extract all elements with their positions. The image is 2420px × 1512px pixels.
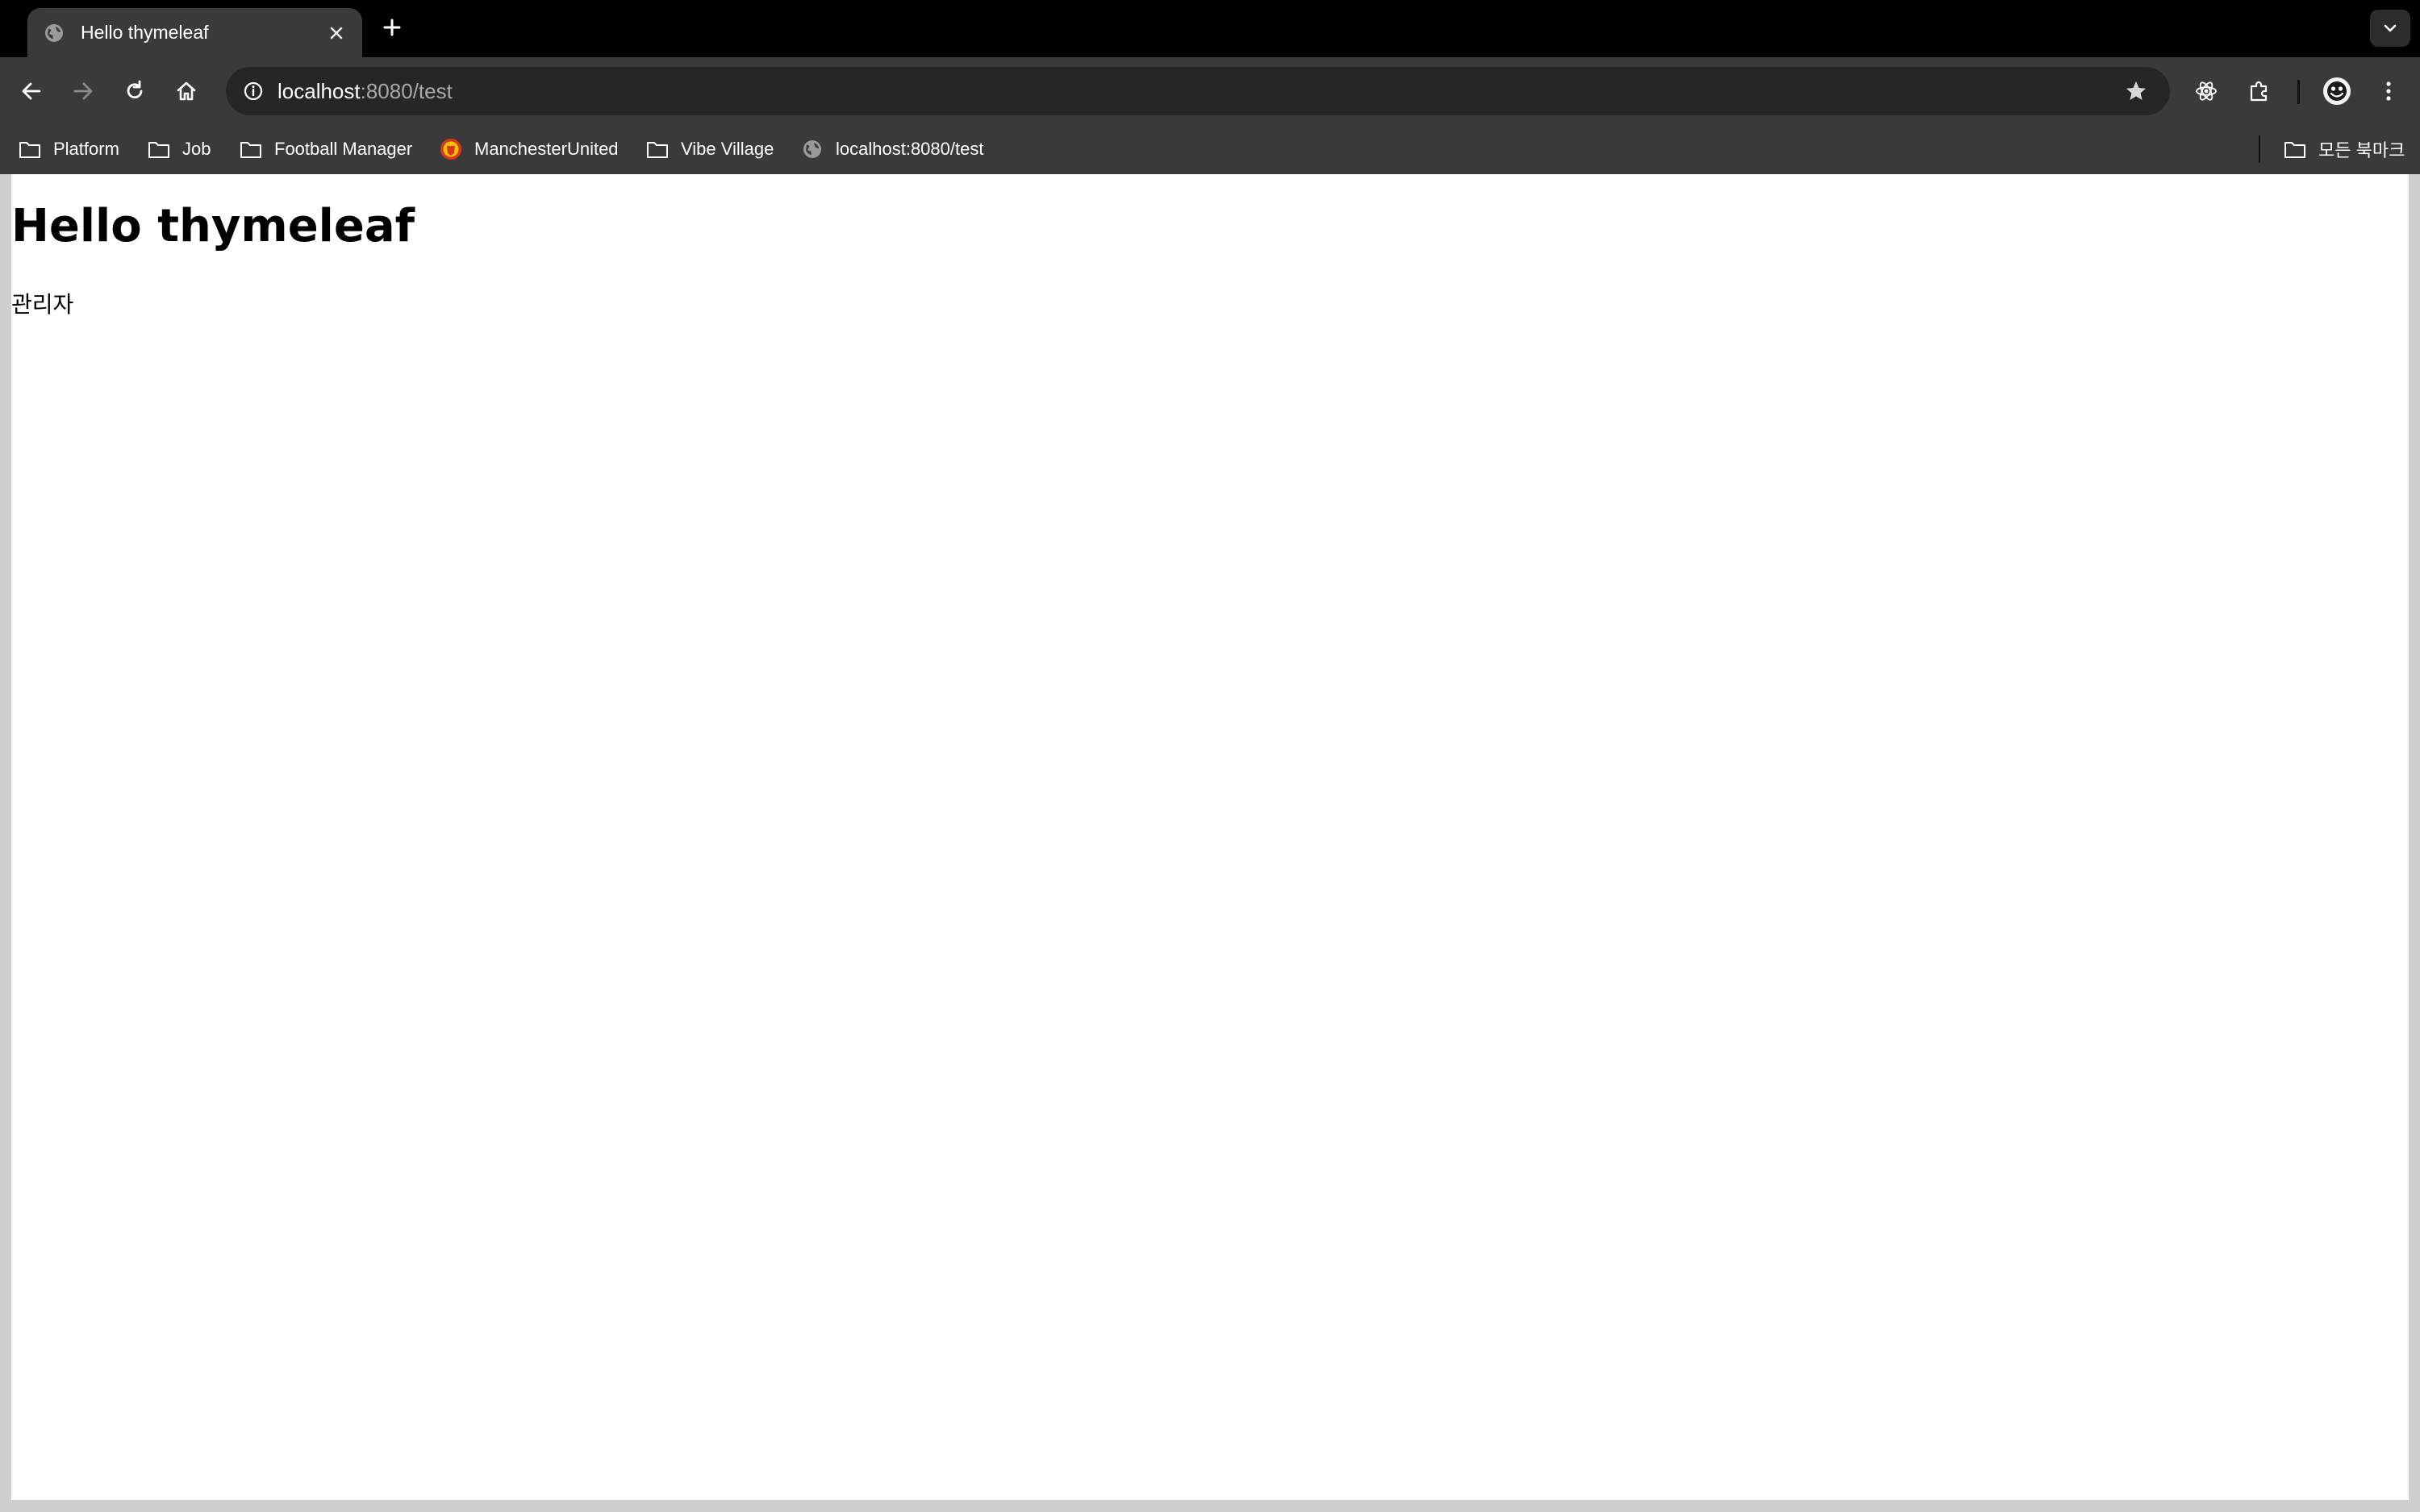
tab-strip: Hello thymeleaf [0, 0, 2420, 57]
bookmark-star-button[interactable] [2120, 75, 2152, 107]
home-button[interactable] [168, 73, 205, 110]
all-bookmarks-label: 모든 북마크 [2318, 140, 2405, 160]
tab-close-button[interactable] [322, 19, 351, 48]
folder-icon [18, 137, 42, 161]
bookmark-folder-platform[interactable]: Platform [18, 132, 119, 166]
bookmark-folder-football-manager[interactable]: Football Manager [239, 132, 412, 166]
globe-icon [800, 137, 824, 161]
toolbar-divider [2297, 80, 2300, 104]
folder-icon [147, 137, 171, 161]
close-icon [330, 27, 343, 39]
avatar-icon [2323, 77, 2351, 105]
browser-window: Hello thymeleaf localhost:8080/test Plat… [0, 0, 2420, 1512]
folder-icon [239, 137, 263, 161]
extensions-button[interactable] [2241, 73, 2278, 110]
plus-icon [383, 19, 401, 36]
site-info-icon[interactable] [236, 73, 271, 109]
globe-icon [44, 23, 65, 44]
tab-title: Hello thymeleaf [81, 22, 209, 43]
toolbar: localhost:8080/test [0, 57, 2420, 124]
new-tab-button[interactable] [376, 11, 408, 44]
address-url[interactable]: localhost:8080/test [277, 67, 453, 115]
arrow-right-icon [73, 82, 93, 100]
react-atom-icon [2196, 81, 2217, 101]
bookmarks-bar: Platform Job Football Manager Manchester… [0, 124, 2420, 174]
bookmark-folder-job[interactable]: Job [147, 132, 211, 166]
url-host: localhost [277, 79, 361, 103]
forward-button[interactable] [65, 73, 102, 110]
bookmark-label: Job [182, 139, 211, 159]
bookmark-label: Vibe Village [681, 139, 774, 159]
bookmark-label: Football Manager [274, 139, 413, 159]
bookmark-localhost[interactable]: localhost:8080/test [800, 132, 983, 166]
puzzle-icon [2250, 81, 2268, 102]
menu-button[interactable] [2370, 73, 2407, 110]
arrow-left-icon [22, 82, 41, 100]
bookmark-manchesterunited[interactable]: ManchesterUnited [439, 132, 619, 166]
page-heading: Hello thymeleaf [11, 200, 415, 252]
bookmark-label: ManchesterUnited [474, 139, 619, 159]
all-bookmarks-folder[interactable]: 모든 북마크 [2283, 132, 2405, 166]
kebab-menu-icon [2386, 81, 2391, 101]
bookmark-label: localhost:8080/test [836, 139, 984, 159]
back-button[interactable] [13, 73, 50, 110]
reload-icon [127, 80, 143, 99]
tab-search-button[interactable] [2370, 10, 2410, 47]
star-icon [2126, 81, 2146, 100]
react-devtools-extension-button[interactable] [2188, 73, 2225, 110]
bookmark-folder-vibe-village[interactable]: Vibe Village [645, 132, 774, 166]
reload-button[interactable] [116, 73, 153, 110]
home-icon [177, 81, 196, 101]
bookmark-label: Platform [53, 139, 119, 159]
address-bar[interactable]: localhost:8080/test [226, 67, 2170, 115]
folder-icon [2283, 137, 2307, 161]
bookmarks-divider [2259, 135, 2260, 163]
folder-icon [645, 137, 670, 161]
chevron-down-icon [2384, 24, 2397, 32]
page-text: 관리자 [11, 291, 74, 318]
url-path: :8080/test [360, 79, 453, 103]
page-viewport: Hello thymeleaf 관리자 [11, 174, 2409, 1500]
tab-active[interactable]: Hello thymeleaf [27, 8, 362, 57]
profile-button[interactable] [2318, 73, 2355, 110]
club-crest-icon [439, 137, 463, 161]
